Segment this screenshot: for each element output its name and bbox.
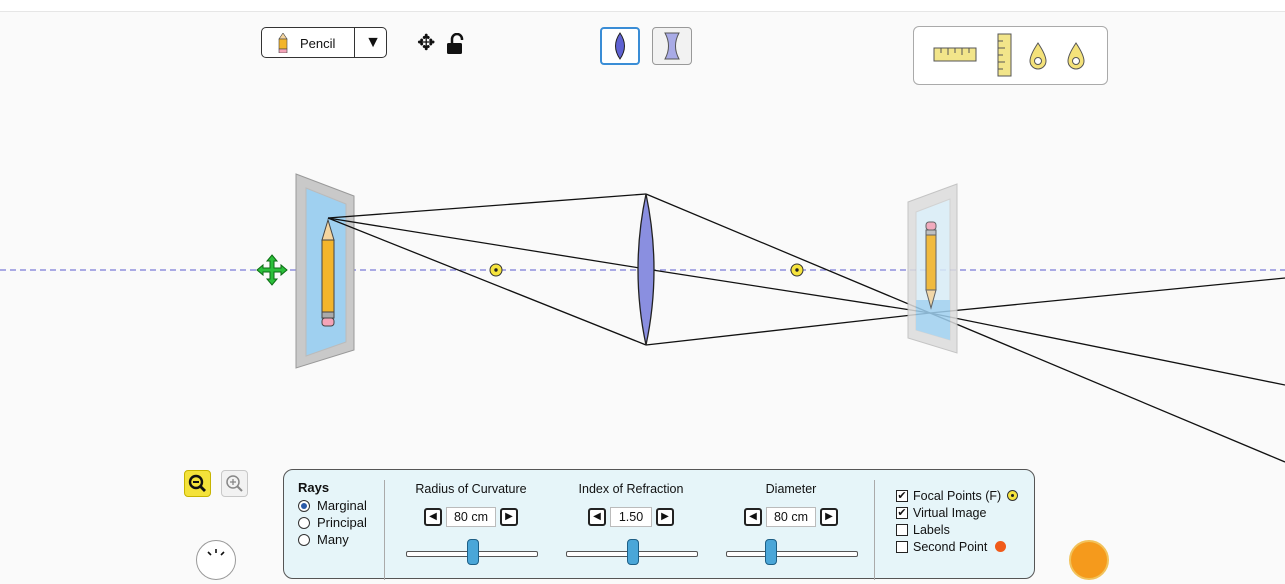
diameter-control: Diameter ◀ 80 cm ▶ <box>716 482 866 527</box>
checkbox-label: Labels <box>913 522 950 537</box>
rays-option-label: Marginal <box>317 498 367 513</box>
unlock-icon[interactable] <box>445 33 465 55</box>
light-source-2-icon[interactable] <box>1067 42 1085 70</box>
diameter-slider-track[interactable] <box>726 551 858 557</box>
rays-option-label: Principal <box>317 515 367 530</box>
pencil-image <box>925 221 937 310</box>
rays-title: Rays <box>298 480 330 495</box>
checkbox-virtual-image[interactable]: ✔ Virtual Image <box>896 504 1018 521</box>
dropdown-divider <box>354 28 355 57</box>
decrement-button[interactable]: ◀ <box>588 508 606 526</box>
checkbox-label: Focal Points (F) <box>913 488 1002 503</box>
move-arrows-icon[interactable]: ✥ <box>417 32 439 54</box>
second-point-icon <box>995 541 1007 552</box>
focal-point-icon <box>1007 490 1019 501</box>
zoom-in-icon <box>226 475 243 492</box>
decrement-button[interactable]: ◀ <box>744 508 762 526</box>
check-icon[interactable]: ✔ <box>896 506 908 519</box>
panel-divider <box>874 480 875 580</box>
checkbox-label: Virtual Image <box>913 505 987 520</box>
rays-option-principal[interactable]: Principal <box>298 514 367 531</box>
radio-marginal[interactable] <box>298 499 310 512</box>
object-move-handle-icon[interactable] <box>256 254 288 286</box>
value-field[interactable]: 80 cm <box>766 507 816 527</box>
rays-group: Rays Marginal Principal Many <box>298 480 367 548</box>
light-source-1-icon[interactable] <box>1029 42 1047 70</box>
diverging-lens-icon <box>664 32 680 60</box>
horizontal-ruler-icon[interactable] <box>933 47 977 62</box>
checkbox-box[interactable] <box>896 540 908 553</box>
panel-divider <box>384 480 385 580</box>
control-title: Radius of Curvature <box>415 482 527 496</box>
check-icon[interactable]: ✔ <box>896 489 908 502</box>
vertical-ruler-icon[interactable] <box>997 33 1012 77</box>
checkbox-label: Second Point <box>913 539 988 554</box>
object-selector-label: Pencil <box>300 36 336 51</box>
control-panel: Rays Marginal Principal Many Radius of C… <box>283 469 1035 580</box>
increment-button[interactable]: ▶ <box>656 508 674 526</box>
focal-point-right[interactable] <box>790 263 804 277</box>
pencil-icon <box>278 33 288 53</box>
tools-panel <box>913 26 1108 85</box>
radio-principal[interactable] <box>298 516 310 529</box>
index-slider-thumb[interactable] <box>627 539 639 565</box>
control-title: Index of Refraction <box>578 482 684 496</box>
dropdown-arrow-icon[interactable]: ▼ <box>360 32 386 54</box>
zoom-in-button[interactable] <box>221 470 248 497</box>
diverging-lens-button[interactable] <box>652 27 692 65</box>
tools-icons <box>933 33 1085 77</box>
checkbox-focal-points[interactable]: ✔ Focal Points (F) <box>896 487 1019 504</box>
converging-lens-icon <box>615 32 625 60</box>
reset-button[interactable] <box>1069 540 1109 580</box>
light-rays-toggle-button[interactable] <box>196 540 236 580</box>
options-checkboxes: ✔ Focal Points (F) ✔ Virtual Image Label… <box>896 487 1019 555</box>
diameter-slider-thumb[interactable] <box>765 539 777 565</box>
value-field[interactable]: 80 cm <box>446 507 496 527</box>
zoom-out-icon <box>188 474 206 492</box>
checkbox-box[interactable] <box>896 523 908 536</box>
light-rays <box>327 193 1285 463</box>
sun-icon <box>207 549 225 556</box>
decrement-button[interactable]: ◀ <box>424 508 442 526</box>
rays-option-label: Many <box>317 532 349 547</box>
rays-option-marginal[interactable]: Marginal <box>298 497 367 514</box>
index-of-refraction-control: Index of Refraction ◀ 1.50 ▶ <box>556 482 706 527</box>
control-title: Diameter <box>765 482 817 496</box>
converging-lens-button[interactable] <box>600 27 640 65</box>
radio-many[interactable] <box>298 533 310 546</box>
pencil-object[interactable] <box>321 218 335 327</box>
zoom-out-button[interactable] <box>184 470 211 497</box>
radius-of-curvature-control: Radius of Curvature ◀ 80 cm ▶ <box>396 482 546 527</box>
checkbox-labels[interactable]: Labels <box>896 521 1018 538</box>
lens <box>637 193 655 346</box>
increment-button[interactable]: ▶ <box>820 508 838 526</box>
rays-option-many[interactable]: Many <box>298 531 367 548</box>
object-selector-dropdown[interactable]: Pencil ▼ <box>261 27 387 58</box>
checkbox-second-point[interactable]: Second Point <box>896 538 1018 555</box>
value-field[interactable]: 1.50 <box>610 507 652 527</box>
radius-slider-thumb[interactable] <box>467 539 479 565</box>
focal-point-left[interactable] <box>489 263 503 277</box>
increment-button[interactable]: ▶ <box>500 508 518 526</box>
